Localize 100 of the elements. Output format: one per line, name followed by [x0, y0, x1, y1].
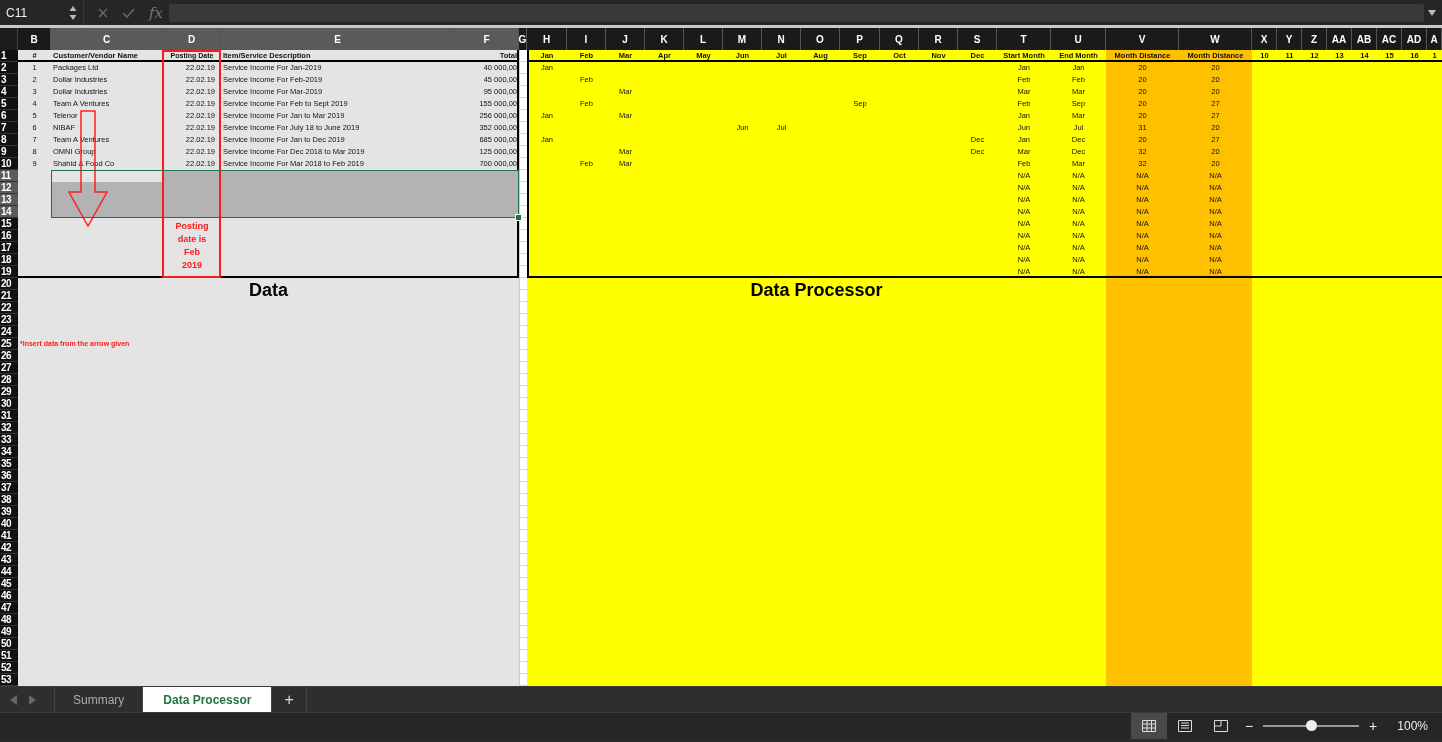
- row-header[interactable]: 36: [0, 470, 18, 482]
- row-header[interactable]: 13: [0, 194, 18, 206]
- spinner-icon[interactable]: [69, 4, 77, 21]
- view-button[interactable]: [1130, 713, 1167, 739]
- column-header[interactable]: AD: [1402, 28, 1427, 50]
- column-header[interactable]: L: [684, 28, 723, 50]
- row-header[interactable]: 32: [0, 422, 18, 434]
- column-header[interactable]: U: [1051, 28, 1106, 50]
- row-header[interactable]: 24: [0, 326, 18, 338]
- row-header[interactable]: 26: [0, 350, 18, 362]
- previous-sheet-icon[interactable]: [10, 694, 18, 705]
- row-header[interactable]: 40: [0, 518, 18, 530]
- column-header[interactable]: J: [606, 28, 645, 50]
- column-header[interactable]: O: [801, 28, 840, 50]
- row-header[interactable]: 50: [0, 638, 18, 650]
- row-header[interactable]: 44: [0, 566, 18, 578]
- row-header[interactable]: 14: [0, 206, 18, 218]
- row-header[interactable]: 21: [0, 290, 18, 302]
- zoom-in-button[interactable]: +: [1363, 718, 1384, 734]
- column-header[interactable]: Z: [1302, 28, 1327, 50]
- row-header[interactable]: 51: [0, 650, 18, 662]
- row-header[interactable]: 41: [0, 530, 18, 542]
- column-header[interactable]: K: [645, 28, 684, 50]
- row-header[interactable]: 43: [0, 554, 18, 566]
- row-header[interactable]: 6: [0, 110, 18, 122]
- column-header[interactable]: X: [1252, 28, 1277, 50]
- column-header[interactable]: C: [51, 28, 163, 50]
- next-sheet-icon[interactable]: [28, 694, 36, 705]
- active-cell[interactable]: [52, 171, 163, 182]
- row-header[interactable]: 11: [0, 170, 18, 182]
- row-header[interactable]: 42: [0, 542, 18, 554]
- column-header[interactable]: AA: [1327, 28, 1352, 50]
- column-header[interactable]: F: [455, 28, 519, 50]
- row-header[interactable]: 37: [0, 482, 18, 494]
- column-header[interactable]: S: [958, 28, 997, 50]
- column-header[interactable]: M: [723, 28, 762, 50]
- row-header[interactable]: 1: [0, 50, 18, 62]
- row-header[interactable]: 39: [0, 506, 18, 518]
- row-header[interactable]: 10: [0, 158, 18, 170]
- caret-icon[interactable]: [1428, 9, 1436, 16]
- row-header[interactable]: 4: [0, 86, 18, 98]
- row-header[interactable]: 29: [0, 386, 18, 398]
- row-header[interactable]: 8: [0, 134, 18, 146]
- row-header[interactable]: 3: [0, 74, 18, 86]
- column-header[interactable]: R: [919, 28, 958, 50]
- row-header[interactable]: 19: [0, 266, 18, 278]
- row-header[interactable]: 17: [0, 242, 18, 254]
- row-header[interactable]: 16: [0, 230, 18, 242]
- sheet-tab[interactable]: Data Processor: [142, 687, 272, 712]
- column-header[interactable]: Q: [880, 28, 919, 50]
- column-header[interactable]: E: [221, 28, 455, 50]
- row-header[interactable]: 33: [0, 434, 18, 446]
- column-header[interactable]: AC: [1377, 28, 1402, 50]
- fill-handle[interactable]: [515, 214, 522, 221]
- row-header[interactable]: 28: [0, 374, 18, 386]
- row-header[interactable]: 2: [0, 62, 18, 74]
- row-header[interactable]: 31: [0, 410, 18, 422]
- cancel-icon[interactable]: [98, 7, 108, 18]
- column-header[interactable]: D: [163, 28, 221, 50]
- page-break-icon: [1213, 720, 1228, 732]
- confirm-icon[interactable]: [122, 7, 135, 18]
- row-header[interactable]: 7: [0, 122, 18, 134]
- row-header[interactable]: 48: [0, 614, 18, 626]
- row-header[interactable]: 53: [0, 674, 18, 686]
- row-header[interactable]: 38: [0, 494, 18, 506]
- row-header[interactable]: 27: [0, 362, 18, 374]
- row-header[interactable]: 47: [0, 602, 18, 614]
- column-header[interactable]: B: [18, 28, 51, 50]
- row-header[interactable]: 22: [0, 302, 18, 314]
- row-header[interactable]: 25: [0, 338, 18, 350]
- slider-thumb[interactable]: [1306, 720, 1318, 731]
- row-header[interactable]: 15: [0, 218, 18, 230]
- column-header[interactable]: A: [1427, 28, 1442, 50]
- name-box[interactable]: C11: [0, 0, 84, 25]
- row-header[interactable]: 52: [0, 662, 18, 674]
- column-header[interactable]: H: [527, 28, 567, 50]
- page-icon: [1177, 720, 1192, 732]
- row-header[interactable]: 18: [0, 254, 18, 266]
- column-header[interactable]: W: [1179, 28, 1252, 50]
- row-header[interactable]: 49: [0, 626, 18, 638]
- row-header[interactable]: 23: [0, 314, 18, 326]
- column-header[interactable]: T: [997, 28, 1051, 50]
- column-header[interactable]: AB: [1352, 28, 1377, 50]
- row-header[interactable]: 5: [0, 98, 18, 110]
- row-header[interactable]: 30: [0, 398, 18, 410]
- row-header[interactable]: 12: [0, 182, 18, 194]
- column-header[interactable]: N: [762, 28, 801, 50]
- column-header[interactable]: V: [1106, 28, 1179, 50]
- posting-note: Posting date is Feb 2019: [174, 220, 210, 266]
- zoom-out-button[interactable]: −: [1238, 718, 1260, 734]
- row-header[interactable]: 9: [0, 146, 18, 158]
- column-header[interactable]: P: [840, 28, 880, 50]
- row-header[interactable]: 20: [0, 278, 18, 290]
- row-header[interactable]: 34: [0, 446, 18, 458]
- column-header[interactable]: I: [567, 28, 606, 50]
- row-header[interactable]: 35: [0, 458, 18, 470]
- grid-icon: [1141, 720, 1156, 732]
- column-header[interactable]: Y: [1277, 28, 1302, 50]
- row-header[interactable]: 46: [0, 590, 18, 602]
- row-header[interactable]: 45: [0, 578, 18, 590]
